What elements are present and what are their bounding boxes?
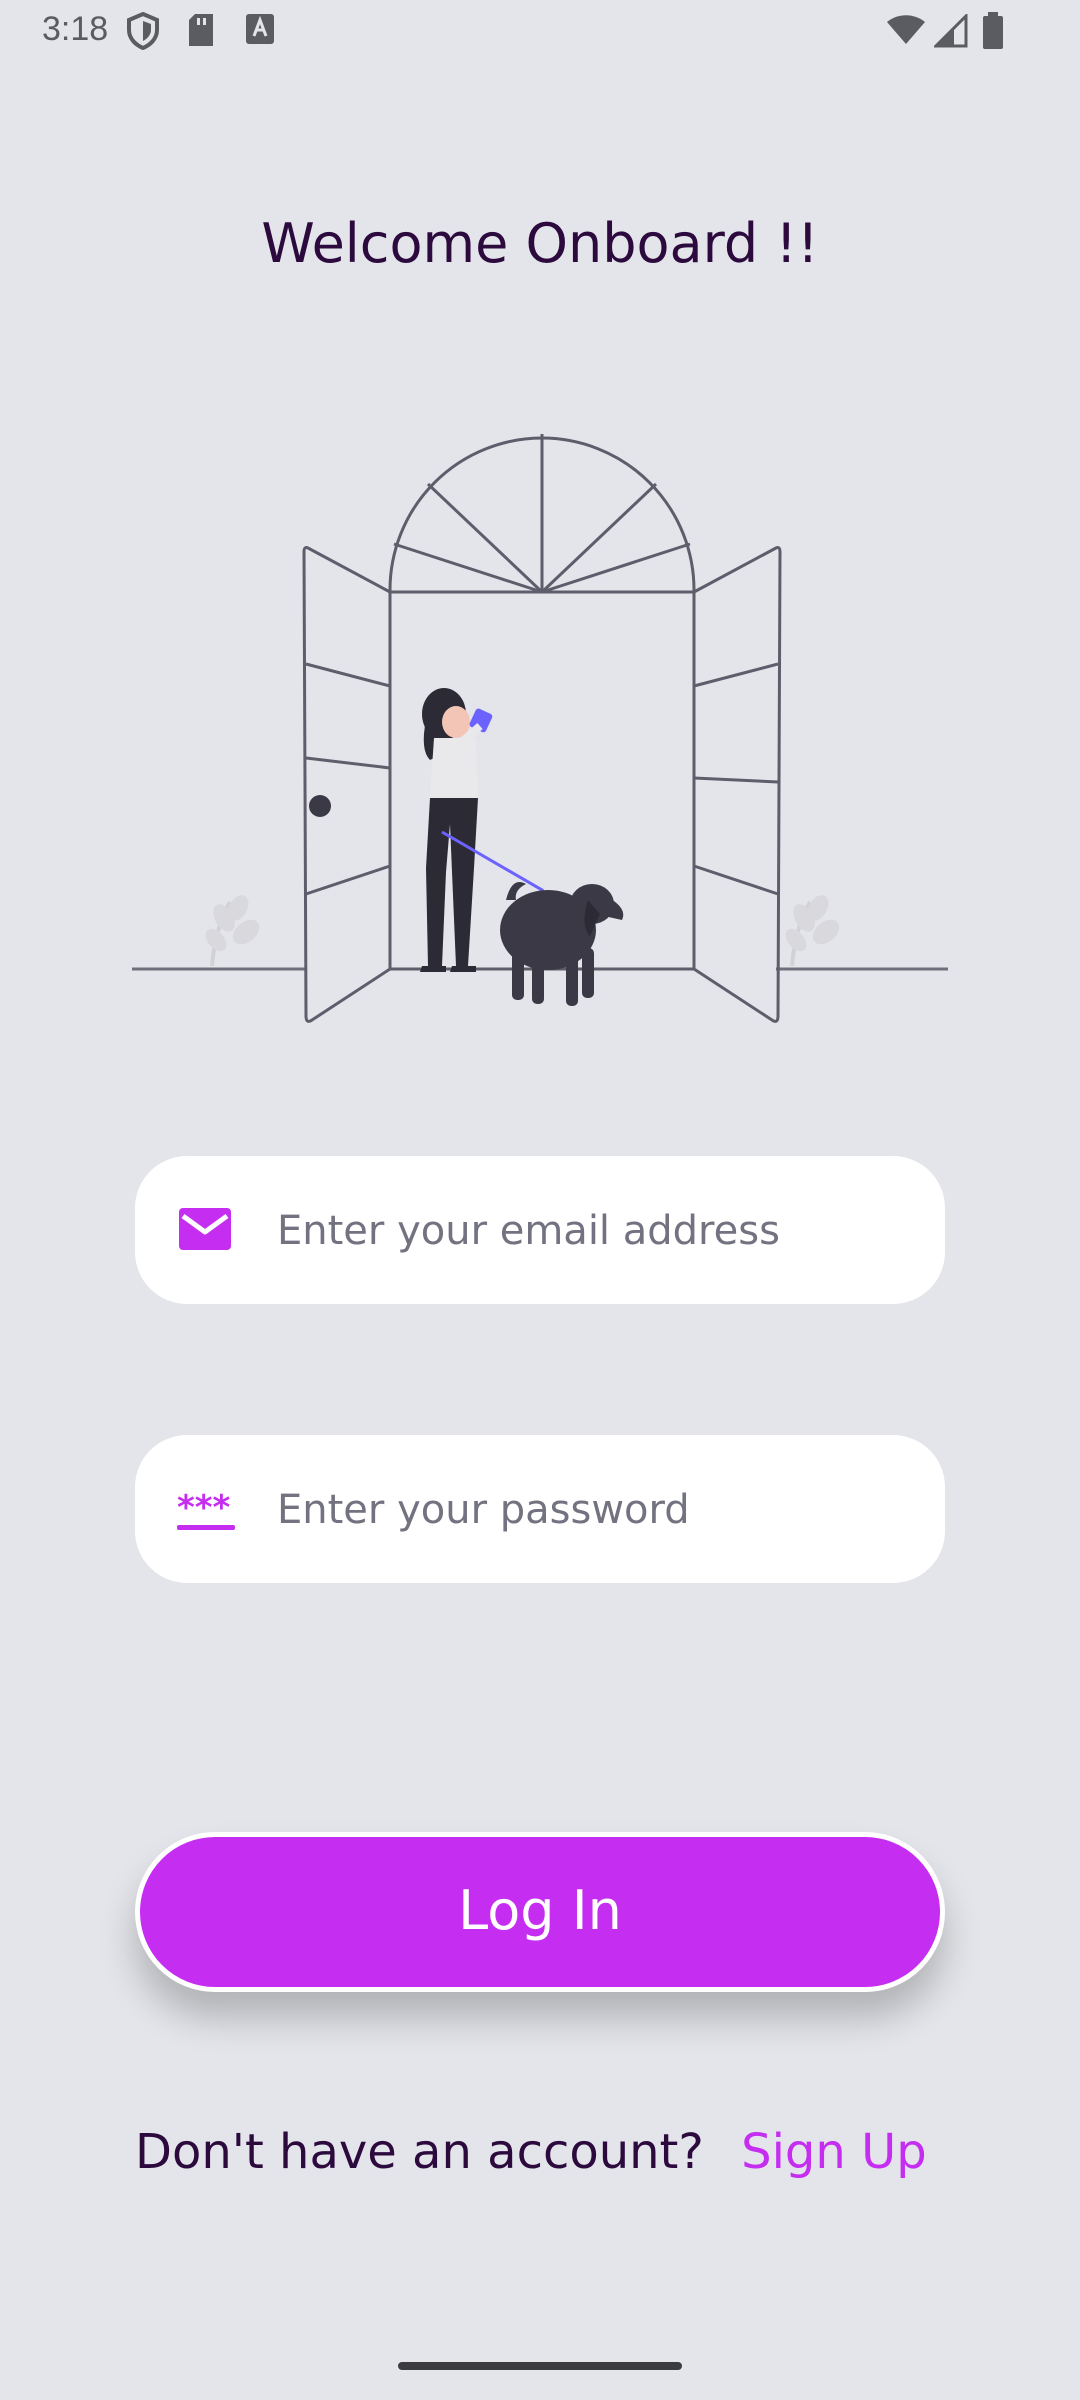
wifi-icon [886,14,926,50]
password-field[interactable]: *** [135,1435,945,1585]
cell-signal-icon [932,12,968,52]
login-button[interactable]: Log In [135,1832,945,1992]
mail-icon [177,1204,233,1256]
home-indicator[interactable] [398,2362,682,2370]
email-field[interactable] [135,1156,945,1306]
status-bar: 3:18 [0,0,1080,64]
login-screen: 3:18 Welcome Onboard !! Enter your email… [0,0,1080,2400]
plant-left-icon [205,895,260,967]
woman-figure-icon [420,688,493,972]
dog-icon [500,882,624,1006]
shield-icon [126,11,160,54]
password-asterisks-icon: *** [177,1483,235,1535]
sd-card-icon [186,12,216,52]
woman-walking-dog-door-illustration [130,420,950,1040]
password-input[interactable] [275,1435,919,1585]
page-title: Welcome Onboard !! [261,212,819,275]
email-input[interactable] [275,1156,919,1306]
svg-text:***: *** [177,1488,231,1528]
signup-row: Don't have an account? Sign Up [135,2124,945,2194]
battery-icon [982,12,1004,54]
status-time: 3:18 [42,10,109,48]
plant-right-icon [785,895,840,967]
keyboard-a-icon [244,12,276,50]
signup-link[interactable]: Sign Up [741,2124,927,2180]
signup-prompt: Don't have an account? [135,2124,704,2180]
